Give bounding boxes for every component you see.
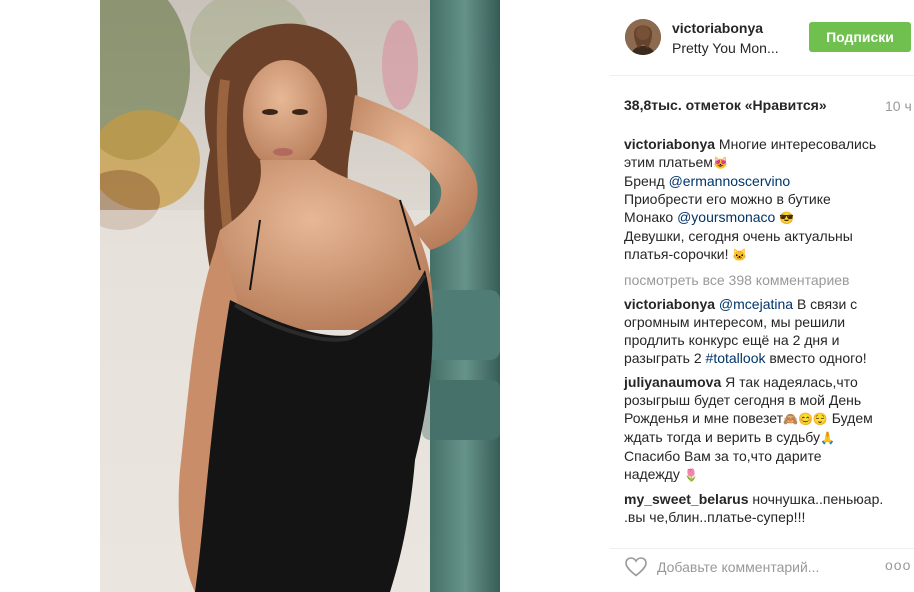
post-sidebar: victoriabonya Pretty You Mon... Подписки… xyxy=(500,0,914,592)
more-options-icon[interactable]: ооо xyxy=(885,557,911,573)
pray-emoji-icon: 🙏 xyxy=(820,431,835,445)
caption-username[interactable]: victoriabonya xyxy=(624,136,715,152)
emoji-icons: 🙈😊😌 xyxy=(783,412,828,426)
avatar[interactable] xyxy=(625,19,661,55)
cat-face-icon: 🐱 xyxy=(732,248,748,262)
post-username[interactable]: victoriabonya xyxy=(672,20,763,36)
hashtag-link[interactable]: #totallook xyxy=(706,350,766,366)
mention-link[interactable]: @ermannoscervino xyxy=(669,173,791,189)
comment: victoriabonya @mcejatina В связи с огром… xyxy=(624,296,867,366)
heart-icon[interactable] xyxy=(624,555,648,579)
add-comment-input[interactable] xyxy=(657,556,867,578)
smiling-cat-icon: 😻 xyxy=(712,156,728,170)
post-location[interactable]: Pretty You Mon... xyxy=(672,40,779,56)
sunglasses-face-icon: 😎 xyxy=(779,211,795,225)
comment-username[interactable]: juliyanaumova xyxy=(624,374,721,390)
flower-emoji-icon: 🌷 xyxy=(683,468,699,482)
comment-username[interactable]: my_sweet_belarus xyxy=(624,491,749,507)
post-header: victoriabonya Pretty You Mon... Подписки xyxy=(500,0,914,76)
comment: my_sweet_belarus ночнушка..пеньюар. .вы … xyxy=(624,491,884,525)
post-time[interactable]: 10 ч xyxy=(885,98,912,114)
mention-link[interactable]: @mcejatina xyxy=(719,296,793,312)
post-photo[interactable] xyxy=(100,0,500,592)
post-photo-image xyxy=(100,0,500,592)
comments-section: victoriabonya Многие интересовались этим… xyxy=(624,135,914,532)
caption: victoriabonya Многие интересовались этим… xyxy=(624,136,877,262)
follow-button[interactable]: Подписки xyxy=(809,22,911,52)
footer-divider xyxy=(610,548,914,549)
likes-count[interactable]: 38,8тыс. отметок «Нравится» xyxy=(624,97,827,113)
view-all-comments-link[interactable]: посмотреть все 398 комментариев xyxy=(624,271,914,289)
header-divider xyxy=(610,75,914,76)
comment: juliyanaumova Я так надеялась,что розыгр… xyxy=(624,374,873,482)
mention-link[interactable]: @yoursmonaco xyxy=(677,209,775,225)
comment-username[interactable]: victoriabonya xyxy=(624,296,715,312)
